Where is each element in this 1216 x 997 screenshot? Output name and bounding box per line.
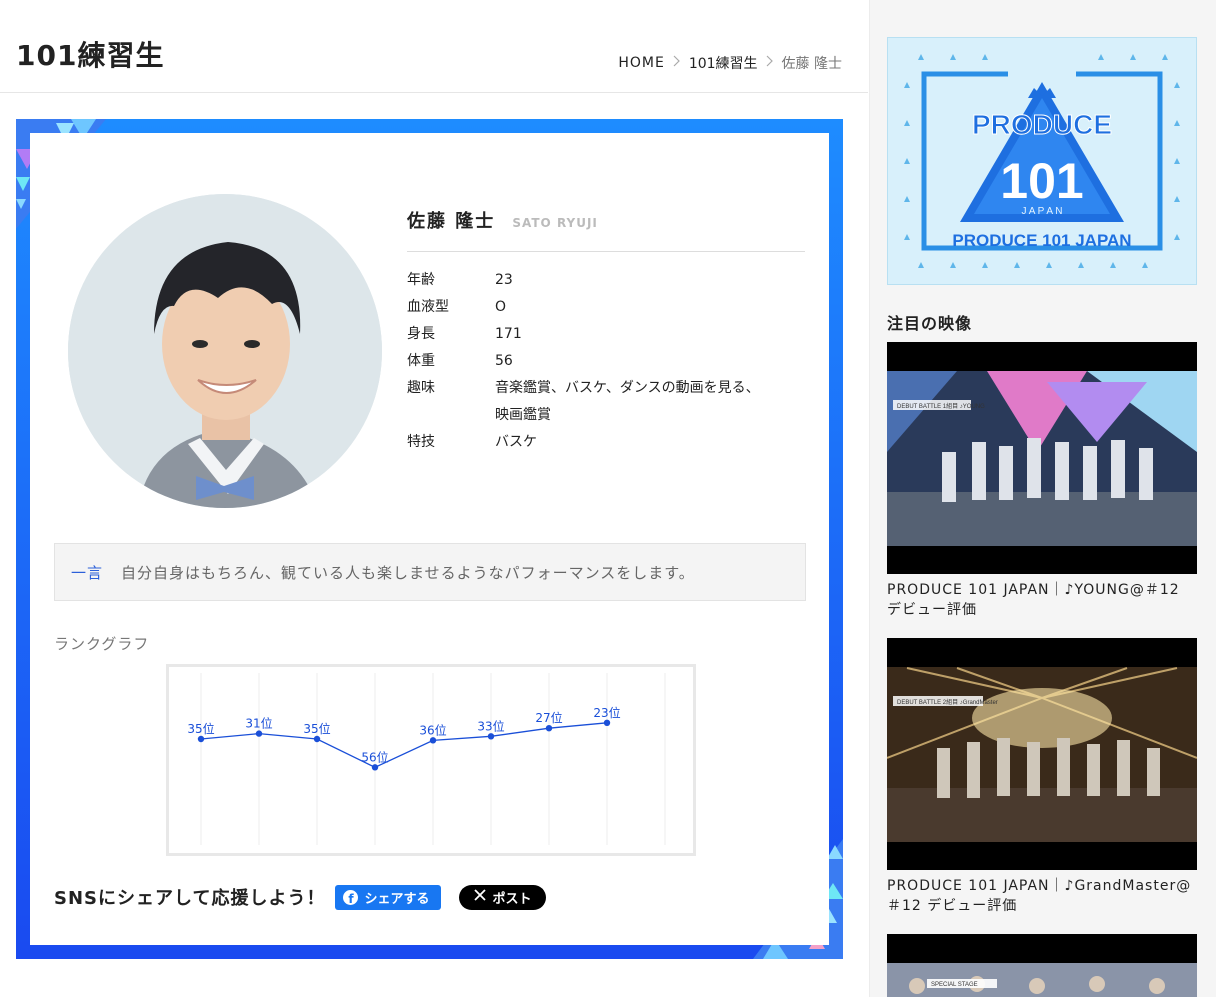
profile-card-body: 佐藤 隆士 SATO RYUJI 年齢 23 血液型 O 身長 171 体重 5… [30, 133, 829, 945]
banner-number: 101 [1000, 153, 1083, 209]
share-prompt: SNSにシェアして応援しよう！ [54, 888, 326, 909]
comment-box: 一言 自分自身はもちろん、観ている人も楽しませるようなパフォーマンスをします。 [54, 543, 806, 601]
chevron-right-icon [766, 55, 774, 71]
info-value: バスケ [495, 434, 537, 450]
main-content: 101練習生 HOME 101練習生 佐藤 隆士 佐藤 隆士 SATO RYUJ… [0, 0, 868, 997]
banner-japan: J A P A N [1022, 206, 1063, 217]
info-row-height: 身長 171 [407, 321, 807, 348]
rank-graph-title: ランクグラフ [54, 635, 150, 653]
video-title-1[interactable]: PRODUCE 101 JAPAN｜♪YOUNG@＃12 デビュー評価 [887, 580, 1197, 620]
facebook-share-label: シェアする [364, 891, 430, 907]
video-title-line: デビュー評価 [887, 602, 977, 618]
trainee-photo [68, 194, 382, 508]
rank-point [197, 735, 205, 743]
rank-graph-svg: 35位 31位 35位 56位 36位 33位 27位 23位 [187, 673, 666, 845]
info-value-line: 映画鑑賞 [495, 407, 551, 423]
video-1-overlay: DEBUT BATTLE 1組目 ♪YOUNG [897, 402, 985, 410]
x-logo-icon [474, 889, 487, 905]
video-thumbnail-1[interactable]: DEBUT BATTLE 1組目 ♪YOUNG [887, 342, 1197, 574]
rank-label: 23位 [593, 705, 620, 720]
info-row-age: 年齢 23 [407, 267, 807, 294]
rank-point [255, 730, 263, 737]
featured-videos-heading: 注目の映像 [887, 314, 973, 333]
facebook-share-button[interactable]: f シェアする [335, 884, 442, 910]
rank-point [545, 725, 553, 732]
banner-caption: PRODUCE 101 JAPAN [952, 231, 1131, 250]
sidebar: PRODUCE 101 J A P A N PRODUCE 101 JAPAN … [869, 0, 1216, 997]
rank-label: 33位 [477, 718, 504, 733]
trainee-name: 佐藤 隆士 SATO RYUJI [407, 207, 805, 233]
info-label: 血液型 [407, 299, 449, 315]
info-value: 23 [495, 272, 513, 288]
breadcrumb: HOME 101練習生 佐藤 隆士 [618, 53, 842, 73]
rank-label: 35位 [303, 721, 330, 736]
name-divider [407, 251, 805, 252]
name-japanese: 佐藤 隆士 [407, 211, 496, 232]
info-label: 体重 [407, 353, 435, 369]
rank-point [313, 735, 321, 743]
produce101-banner[interactable]: PRODUCE 101 J A P A N PRODUCE 101 JAPAN [887, 37, 1197, 285]
video-3-overlay: SPECIAL STAGE [931, 982, 978, 988]
video-title-line: PRODUCE 101 JAPAN｜♪GrandMaster@ [887, 878, 1192, 894]
rank-point [429, 737, 437, 744]
rank-label: 35位 [187, 721, 214, 736]
x-post-button[interactable]: ポスト [459, 884, 547, 910]
name-romaji: SATO RYUJI [512, 216, 598, 230]
info-label: 趣味 [407, 380, 435, 396]
info-value: 56 [495, 353, 513, 369]
info-label: 身長 [407, 326, 435, 342]
video-title-2[interactable]: PRODUCE 101 JAPAN｜♪GrandMaster@ ＃12 デビュー… [887, 876, 1197, 916]
video-thumbnail-3[interactable]: SPECIAL STAGE [887, 934, 1197, 997]
banner-produce-word: PRODUCE [972, 109, 1112, 140]
info-label: 特技 [407, 434, 435, 450]
profile-info-table: 年齢 23 血液型 O 身長 171 体重 56 趣味 音楽鑑賞、バスケ、ダンス… [407, 267, 807, 456]
info-row-blood-type: 血液型 O [407, 294, 807, 321]
rank-label: 56位 [361, 749, 388, 764]
rank-graph: 35位 31位 35位 56位 36位 33位 27位 23位 [166, 664, 696, 856]
profile-card: 佐藤 隆士 SATO RYUJI 年齢 23 血液型 O 身長 171 体重 5… [16, 119, 843, 959]
info-row-skill: 特技 バスケ [407, 429, 807, 456]
info-label: 年齢 [407, 272, 435, 288]
breadcrumb-section-link[interactable]: 101練習生 [689, 53, 758, 73]
video-title-line: ＃12 デビュー評価 [887, 898, 1018, 914]
breadcrumb-home-link[interactable]: HOME [618, 55, 664, 71]
page-title: 101練習生 [16, 39, 165, 72]
rank-label: 31位 [245, 716, 272, 731]
info-row-hobby: 趣味 音楽鑑賞、バスケ、ダンスの動画を見る、 映画鑑賞 [407, 375, 807, 429]
chevron-right-icon [673, 55, 681, 71]
video-title-line: PRODUCE 101 JAPAN｜♪YOUNG@＃12 [887, 582, 1180, 598]
info-value: O [495, 299, 507, 315]
share-row: SNSにシェアして応援しよう！ f シェアする ポスト [54, 884, 547, 910]
facebook-icon: f [343, 889, 359, 905]
rank-label: 36位 [419, 722, 446, 737]
info-value-line: 音楽鑑賞、バスケ、ダンスの動画を見る、 [495, 380, 760, 396]
rank-label: 27位 [535, 710, 562, 725]
x-post-label: ポスト [492, 891, 532, 907]
info-row-weight: 体重 56 [407, 348, 807, 375]
rank-point [603, 719, 611, 726]
comment-text: 自分自身はもちろん、観ている人も楽しませるようなパフォーマンスをします。 [121, 563, 695, 582]
info-value: 171 [495, 326, 522, 342]
comment-label: 一言 [71, 563, 104, 582]
info-value: 音楽鑑賞、バスケ、ダンスの動画を見る、 映画鑑賞 [495, 375, 807, 429]
breadcrumb-current: 佐藤 隆士 [781, 56, 842, 72]
video-thumbnail-2[interactable]: DEBUT BATTLE 2組目 ♪GrandMaster [887, 638, 1197, 870]
header-divider [0, 92, 868, 93]
video-2-overlay: DEBUT BATTLE 2組目 ♪GrandMaster [897, 698, 998, 706]
rank-point [487, 733, 495, 740]
rank-point [371, 764, 379, 771]
